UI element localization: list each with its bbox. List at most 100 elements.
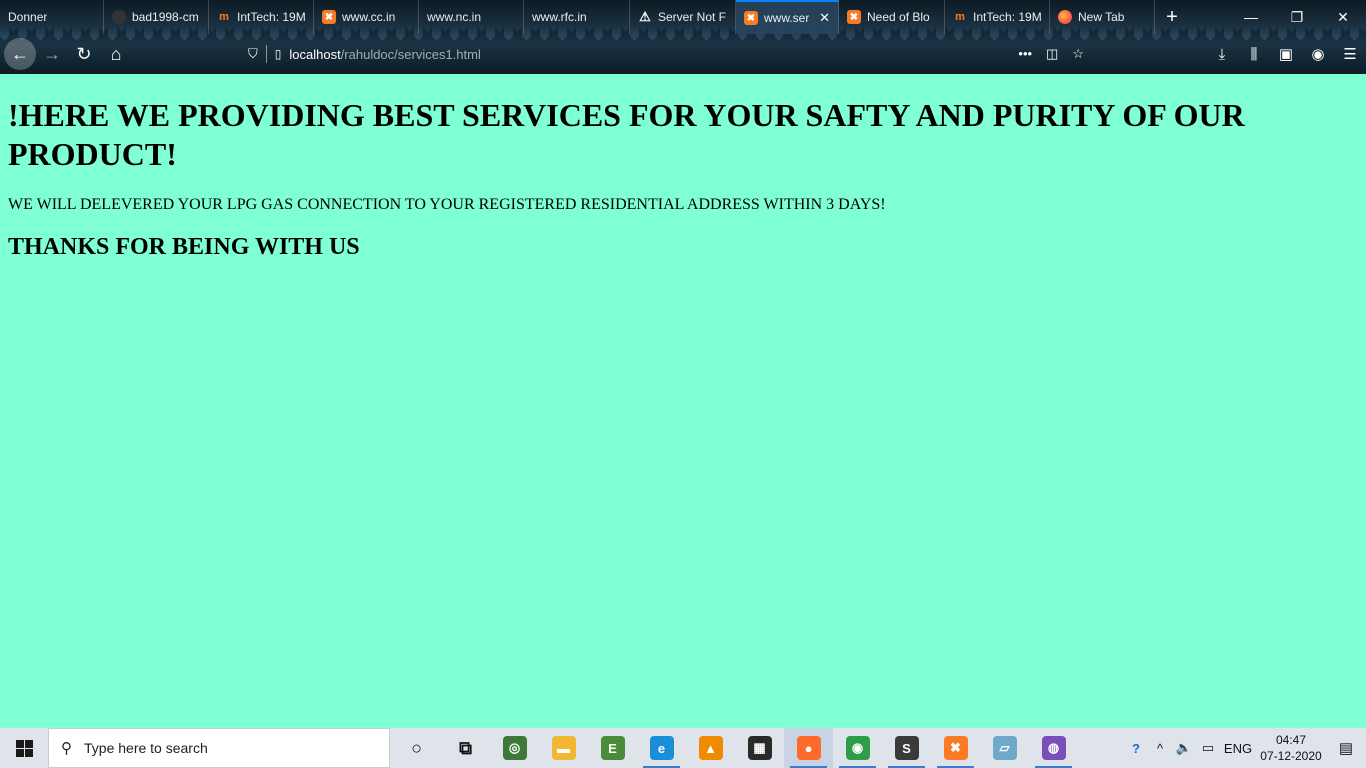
taskbar-apps: ○ ⧉ ◎ ▬ Ee ▲ ▦ ● ◉ S ✖ ▱ ◍ — [392, 728, 1078, 768]
taskbar-app-file-explorer[interactable]: ▬ — [539, 728, 588, 768]
volume-icon[interactable]: 🔈 — [1172, 740, 1196, 756]
store-icon: ▦ — [747, 736, 772, 760]
toolbar-buttons: ⤓ ⫼ ▣ ◉ ☰ — [1206, 34, 1366, 74]
tab-9[interactable]: m IntTech: 19M — [945, 0, 1050, 34]
tab-label: Server Not F — [658, 10, 727, 24]
xampp-icon: ✖ — [322, 10, 336, 24]
restore-button[interactable]: ❐ — [1274, 0, 1320, 34]
tab-label: New Tab — [1078, 10, 1125, 24]
edge-icon: e — [649, 736, 674, 760]
page-icon: ▯ — [274, 47, 282, 61]
more-actions-icon[interactable]: ••• — [1018, 46, 1032, 62]
new-tab-button[interactable]: + — [1155, 0, 1189, 34]
tab-4[interactable]: www.nc.in — [419, 0, 524, 34]
chrome-icon: ◉ — [845, 736, 870, 760]
taskbar-app-task-view[interactable]: ⧉ — [441, 728, 490, 768]
show-hidden-icons-chevron[interactable]: ^ — [1148, 741, 1172, 756]
tab-1[interactable]: bad1998-cm — [104, 0, 209, 34]
xampp-icon: ✖ — [943, 736, 968, 760]
page-subheading: THANKS FOR BEING WITH US — [8, 234, 360, 260]
taskbar-app-discord[interactable]: ◍ — [1029, 728, 1078, 768]
url-host: localhost — [289, 46, 341, 62]
home-button[interactable]: ⌂ — [100, 38, 132, 70]
sidebar-icon[interactable]: ▣ — [1270, 38, 1302, 70]
taskbar-app-vlc[interactable]: ▲ — [686, 728, 735, 768]
taskbar-app-chrome[interactable]: ◉ — [833, 728, 882, 768]
tab-7[interactable]: ✖ www.ser ✕ — [736, 0, 839, 34]
account-icon[interactable]: ◉ — [1302, 38, 1334, 70]
bookmark-star-icon[interactable]: ☆ — [1072, 46, 1084, 62]
taskbar-app-tripadvisor[interactable]: ◎ — [490, 728, 539, 768]
tab-label: IntTech: 19M — [973, 10, 1041, 24]
inttech-icon: m — [219, 11, 229, 23]
search-placeholder: Type here to search — [84, 740, 208, 756]
close-tab-icon[interactable]: ✕ — [819, 10, 830, 26]
tab-label: www.cc.in — [342, 10, 396, 24]
taskbar-app-edge[interactable]: e — [637, 728, 686, 768]
downloads-icon[interactable]: ⤓ — [1206, 38, 1238, 70]
reload-button[interactable]: ↻ — [68, 38, 100, 70]
menu-icon[interactable]: ☰ — [1334, 38, 1366, 70]
url-text[interactable]: localhost/rahuldoc/services1.html — [289, 47, 480, 62]
url-path: /rahuldoc/services1.html — [340, 46, 481, 62]
url-actions: ••• ◫ ☆ — [1018, 46, 1100, 62]
start-button[interactable] — [0, 728, 48, 768]
taskbar-app-firefox[interactable]: ● — [784, 728, 833, 768]
tab-8[interactable]: ✖ Need of Blo — [839, 0, 945, 34]
taskbar-app-evernote[interactable]: E — [588, 728, 637, 768]
taskbar-app-notepad[interactable]: ▱ — [980, 728, 1029, 768]
page-heading: !HERE WE PROVIDING BEST SERVICES FOR YOU… — [8, 97, 1245, 172]
pocket-icon[interactable]: ◫ — [1046, 46, 1058, 62]
clock[interactable]: 04:47 07-12-2020 — [1256, 732, 1326, 764]
close-window-button[interactable]: ✕ — [1320, 0, 1366, 34]
tab-label: www.ser — [764, 11, 810, 25]
taskbar-app-xampp[interactable]: ✖ — [931, 728, 980, 768]
language-indicator[interactable]: ENG — [1220, 741, 1256, 756]
tab-label: IntTech: 19M — [237, 10, 305, 24]
firefox-icon: ● — [796, 736, 821, 760]
github-icon — [112, 10, 126, 24]
tab-label: www.nc.in — [427, 10, 482, 24]
url-bar[interactable]: ⛉ ▯ localhost/rahuldoc/services1.html ••… — [240, 38, 1100, 70]
tab-label: bad1998-cm — [132, 10, 199, 24]
search-icon: ⚲ — [61, 740, 72, 757]
taskbar: ⚲ Type here to search ○ ⧉ ◎ ▬ Ee ▲ ▦ ● ◉ S ✖ ▱ ◍ ? ^… — [0, 728, 1366, 768]
divider — [265, 45, 267, 63]
taskbar-app-cortana[interactable]: ○ — [392, 728, 441, 768]
warning-icon: ⚠ — [639, 9, 651, 24]
firefox-icon — [1058, 10, 1072, 24]
tab-5[interactable]: www.rfc.in — [524, 0, 630, 34]
vlc-icon: ▲ — [698, 736, 723, 760]
help-icon[interactable]: ? — [1124, 741, 1148, 756]
clock-time: 04:47 — [1275, 733, 1307, 747]
taskbar-app-store[interactable]: ▦ — [735, 728, 784, 768]
windows-icon — [15, 739, 33, 757]
system-tray: ? ^ 🔈 ▭ ENG 04:47 07-12-2020 ▤ — [1124, 728, 1366, 768]
discord-icon: ◍ — [1041, 736, 1066, 760]
navigation-bar: ← → ↻ ⌂ ⛉ ▯ localhost/rahuldoc/services1… — [0, 34, 1366, 74]
tab-label: www.rfc.in — [532, 10, 587, 24]
tab-0[interactable]: Donner — [0, 0, 104, 34]
library-icon[interactable]: ⫼ — [1238, 38, 1270, 70]
page-paragraph: WE WILL DELEVERED YOUR LPG GAS CONNECTIO… — [8, 196, 886, 213]
taskbar-search[interactable]: ⚲ Type here to search — [48, 728, 390, 768]
inttech-icon: m — [955, 11, 965, 23]
sublime-icon: S — [894, 736, 919, 760]
xampp-icon: ✖ — [744, 11, 758, 25]
cortana-icon: ○ — [411, 737, 422, 758]
tab-10[interactable]: New Tab — [1050, 0, 1155, 34]
forward-button[interactable]: → — [36, 38, 68, 70]
page-content: !HERE WE PROVIDING BEST SERVICES FOR YOU… — [0, 74, 1366, 728]
tab-2[interactable]: m IntTech: 19M — [209, 0, 314, 34]
shield-icon[interactable]: ⛉ — [248, 46, 258, 62]
tab-3[interactable]: ✖ www.cc.in — [314, 0, 419, 34]
tab-6[interactable]: ⚠ Server Not F — [630, 0, 736, 34]
back-button[interactable]: ← — [4, 38, 36, 70]
taskbar-app-sublime[interactable]: S — [882, 728, 931, 768]
notifications-icon[interactable]: ▤ — [1326, 739, 1366, 757]
tab-bar: Donner bad1998-cm m IntTech: 19M ✖ www.cc.in w… — [0, 0, 1366, 34]
battery-icon[interactable]: ▭ — [1196, 740, 1220, 756]
minimize-button[interactable]: — — [1228, 0, 1274, 34]
clock-date: 07-12-2020 — [1260, 749, 1322, 763]
tab-label: Need of Blo — [867, 10, 930, 24]
